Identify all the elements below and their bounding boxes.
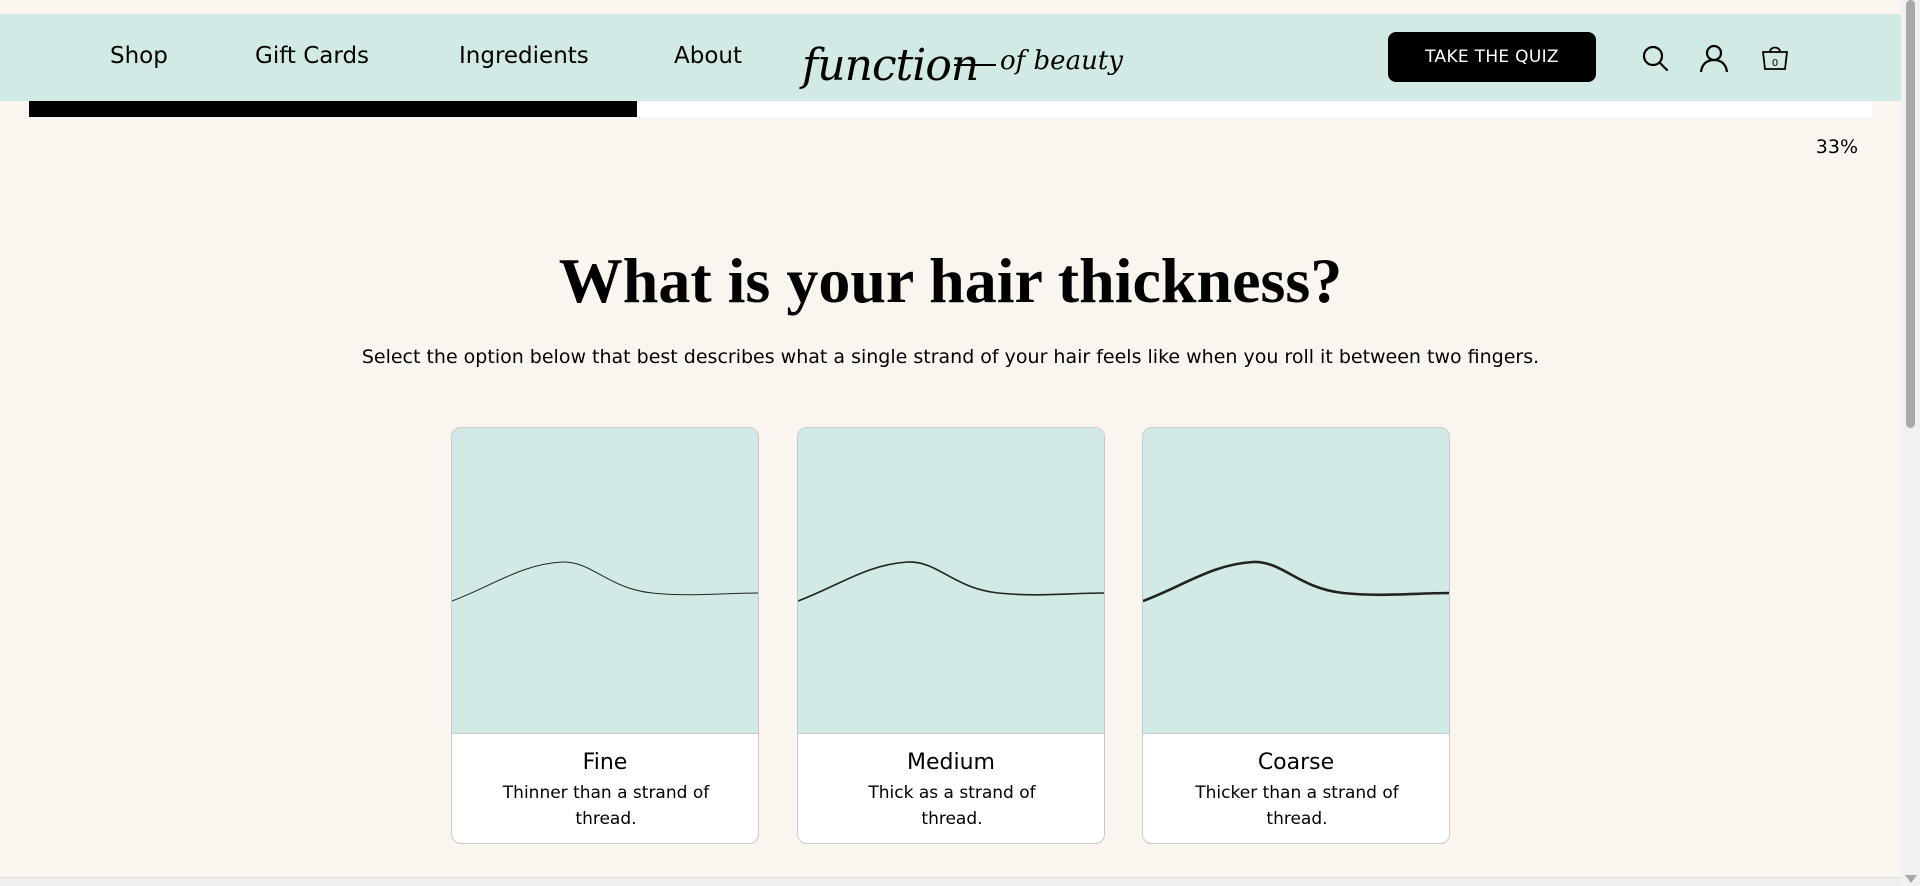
question-title: What is your hair thickness? <box>558 245 1343 316</box>
option-card-medium[interactable]: Medium Thick as a strand of thread. <box>797 427 1105 844</box>
option-desc-medium: Thick as a strand of thread. <box>868 783 1036 829</box>
top-strip <box>0 0 1901 14</box>
brand-logo[interactable]: function of beauty <box>802 28 1123 91</box>
progress-percent: 33% <box>1815 136 1858 158</box>
option-card-coarse[interactable]: Coarse Thicker than a strand of thread. <box>1142 427 1450 844</box>
logo-sub-text: of beauty <box>1000 46 1123 76</box>
option-image-fine <box>452 428 758 734</box>
option-desc-fine: Thinner than a strand of thread. <box>502 783 710 829</box>
progress-fill <box>29 101 638 117</box>
nav-link-about[interactable]: About <box>674 43 742 69</box>
progress-bar <box>29 101 1872 117</box>
option-title-medium: Medium <box>907 750 995 775</box>
nav-link-shop[interactable]: Shop <box>110 43 168 69</box>
bottom-strip <box>0 877 1901 886</box>
search-icon[interactable] <box>1639 42 1671 74</box>
nav-link-ingredients[interactable]: Ingredients <box>459 43 589 69</box>
hair-strand-medium <box>798 561 1104 602</box>
hair-strand-coarse <box>1143 560 1449 603</box>
account-icon[interactable] <box>1698 42 1730 74</box>
option-image-coarse <box>1143 428 1449 734</box>
hair-strand-fine <box>452 561 758 602</box>
logo-dash <box>954 64 996 66</box>
scroll-down-arrow-icon[interactable] <box>1905 875 1917 883</box>
cart-count: 0 <box>1772 58 1778 69</box>
question-subtitle: Select the option below that best descri… <box>361 346 1540 368</box>
cart-icon[interactable]: 0 <box>1759 42 1791 74</box>
nav-link-gift-cards[interactable]: Gift Cards <box>255 43 369 69</box>
option-title-fine: Fine <box>582 750 628 775</box>
option-title-coarse: Coarse <box>1257 750 1335 775</box>
take-quiz-button[interactable]: TAKE THE QUIZ <box>1388 32 1596 82</box>
option-image-medium <box>798 428 1104 734</box>
option-card-fine[interactable]: Fine Thinner than a strand of thread. <box>451 427 759 844</box>
option-desc-coarse: Thicker than a strand of thread. <box>1195 783 1399 829</box>
scrollbar-thumb[interactable] <box>1906 0 1915 428</box>
navbar: Shop Gift Cards Ingredients About functi… <box>0 14 1901 101</box>
vertical-scrollbar[interactable] <box>1901 0 1920 886</box>
logo-main-text: function <box>802 40 979 91</box>
